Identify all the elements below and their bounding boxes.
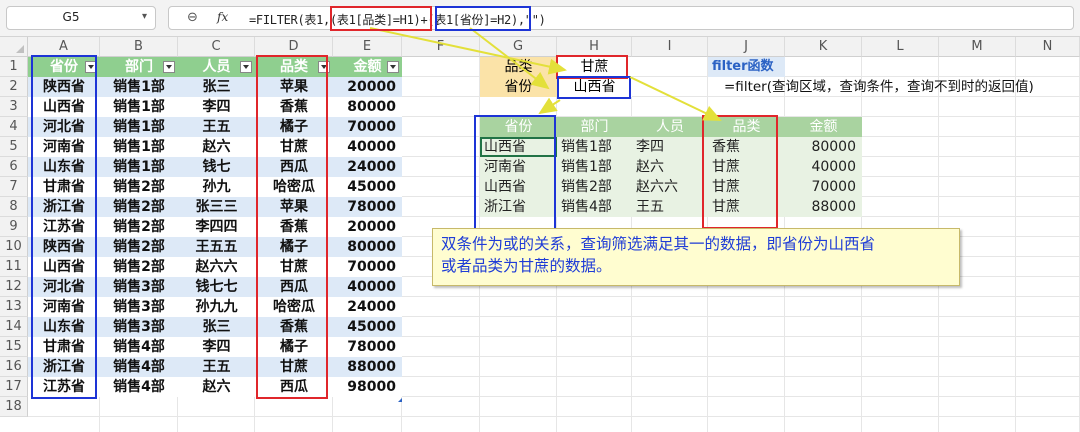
arrow-province [469, 27, 550, 90]
annotation-arrows [330, 6, 722, 402]
table-resize-handle[interactable] [398, 398, 402, 402]
arrow-category [369, 27, 567, 75]
arrow-result-category [629, 76, 722, 121]
arrow-result-province [538, 97, 561, 115]
blue-box-formula-province [435, 6, 531, 31]
red-box-formula-category [330, 6, 432, 31]
